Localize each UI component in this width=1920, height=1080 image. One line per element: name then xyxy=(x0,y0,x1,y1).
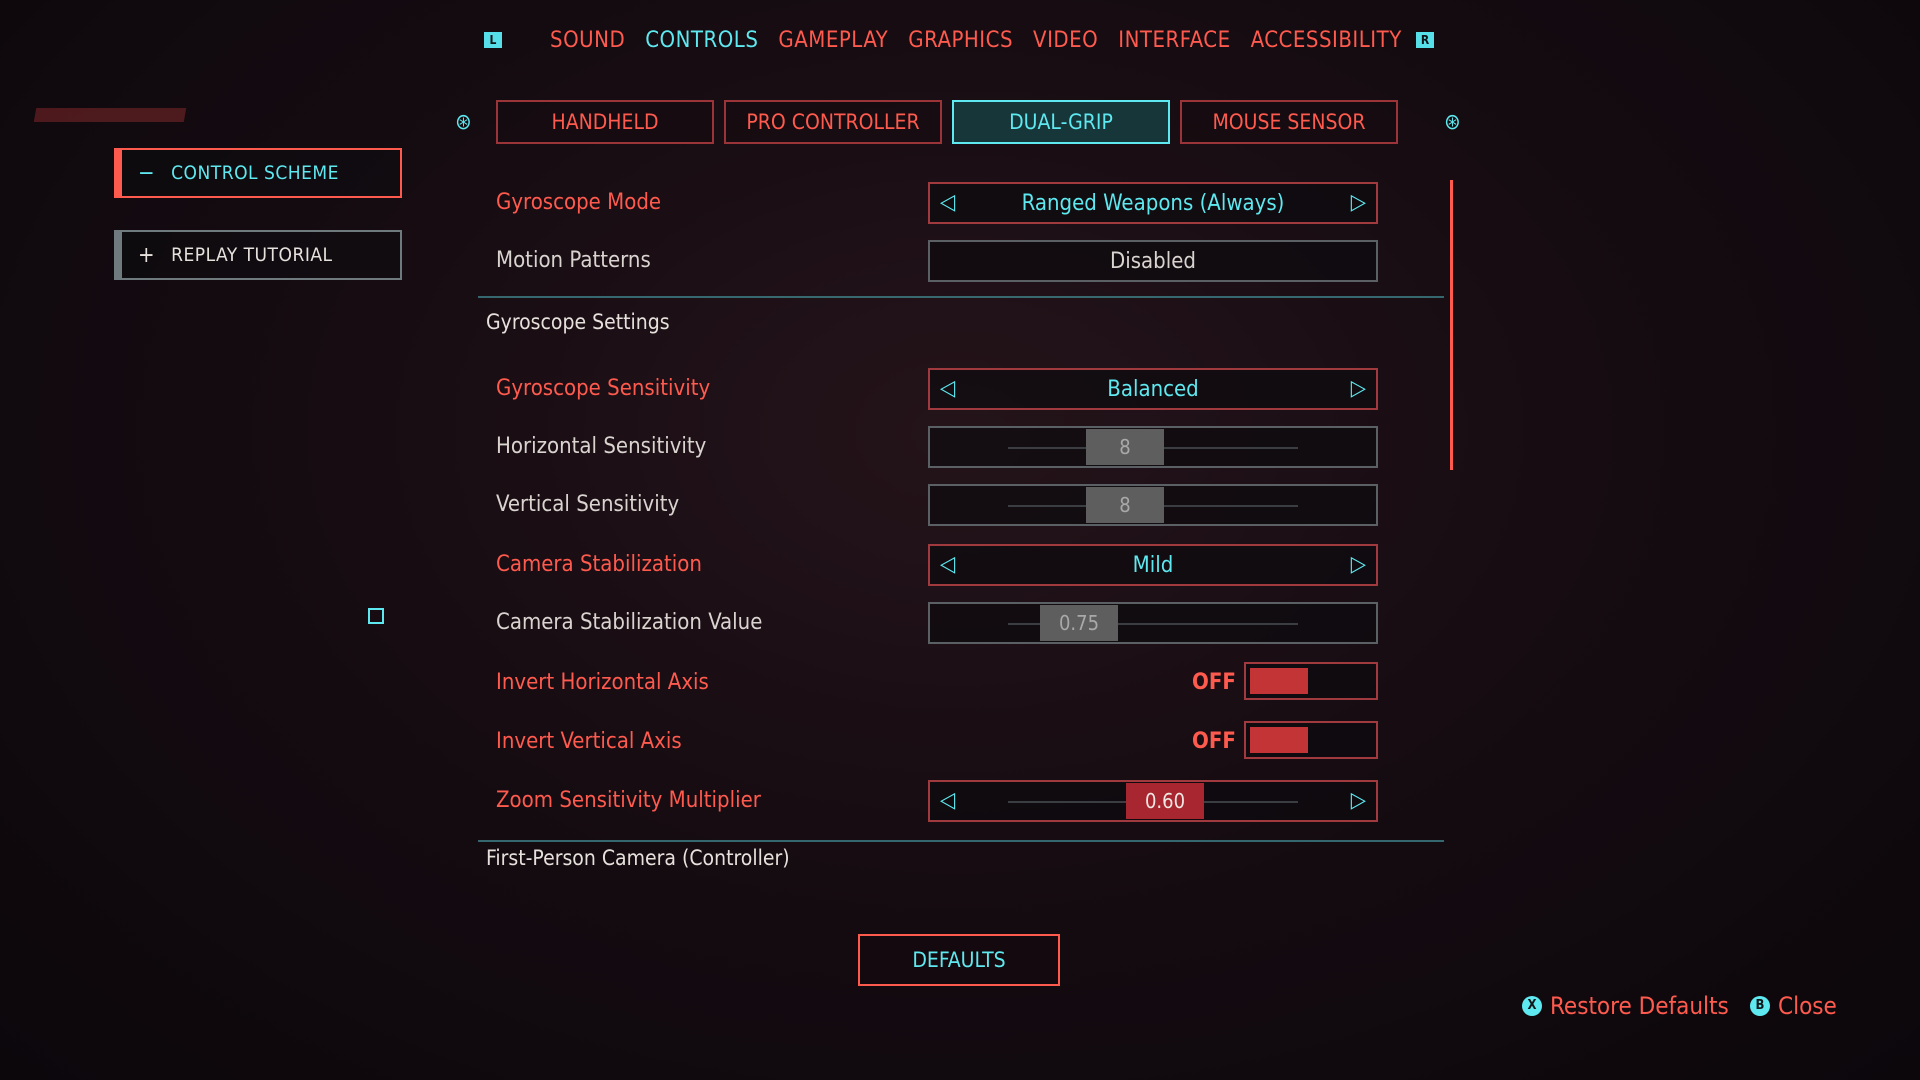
replay-tutorial-label: REPLAY TUTORIAL xyxy=(171,244,333,266)
arrow-left-icon[interactable]: ◁ xyxy=(940,788,955,813)
tab-sound[interactable]: SOUND xyxy=(550,28,625,53)
close-label: Close xyxy=(1778,992,1837,1020)
zoom-sensitivity-slider[interactable]: ◁ 0.60 ▷ xyxy=(928,780,1378,822)
camera-stabilization-selector[interactable]: ◁ Mild ▷ xyxy=(928,544,1378,586)
minus-icon: − xyxy=(138,160,156,186)
close-action[interactable]: B Close xyxy=(1750,992,1837,1020)
horizontal-sensitivity-slider[interactable]: 8 xyxy=(928,426,1378,468)
arrow-right-icon[interactable]: ▷ xyxy=(1351,788,1366,813)
gyroscope-sensitivity-selector[interactable]: ◁ Balanced ▷ xyxy=(928,368,1378,410)
setting-label: Horizontal Sensitivity xyxy=(496,434,707,459)
section-divider xyxy=(478,840,1444,842)
tab-graphics[interactable]: GRAPHICS xyxy=(908,28,1013,53)
square-icon xyxy=(368,608,384,624)
toggle-knob xyxy=(1250,727,1308,753)
subtab-mouse-sensor[interactable]: MOUSE SENSOR xyxy=(1180,100,1398,144)
restore-defaults-action[interactable]: X Restore Defaults xyxy=(1522,992,1729,1020)
selector-value: Mild xyxy=(1132,553,1174,578)
setting-vertical-sensitivity: Vertical Sensitivity 8 xyxy=(478,480,1444,530)
tab-controls[interactable]: CONTROLS xyxy=(645,28,758,53)
setting-label: Vertical Sensitivity xyxy=(496,492,680,517)
setting-label: Zoom Sensitivity Multiplier xyxy=(496,788,761,813)
setting-label: Camera Stabilization Value xyxy=(496,610,763,635)
subtab-pro-controller[interactable]: PRO CONTROLLER xyxy=(724,100,942,144)
setting-camera-stabilization: Camera Stabilization ◁ Mild ▷ xyxy=(478,540,1444,590)
slider-thumb[interactable]: 0.75 xyxy=(1040,605,1118,641)
tab-gameplay[interactable]: GAMEPLAY xyxy=(778,28,888,53)
toggle-state: OFF xyxy=(1192,670,1236,695)
setting-horizontal-sensitivity: Horizontal Sensitivity 8 xyxy=(478,422,1444,472)
slider-thumb[interactable]: 8 xyxy=(1086,487,1164,523)
x-button-icon: X xyxy=(1522,996,1542,1016)
vertical-sensitivity-slider[interactable]: 8 xyxy=(928,484,1378,526)
tab-interface[interactable]: INTERFACE xyxy=(1118,28,1230,53)
section-title-gyroscope: Gyroscope Settings xyxy=(486,310,670,334)
setting-gyroscope-sensitivity: Gyroscope Sensitivity ◁ Balanced ▷ xyxy=(478,364,1444,414)
selector-value: Ranged Weapons (Always) xyxy=(1021,191,1285,216)
plus-icon: + xyxy=(138,242,156,268)
setting-label: Camera Stabilization xyxy=(496,552,702,577)
replay-tutorial-button[interactable]: + REPLAY TUTORIAL xyxy=(114,230,402,280)
gyroscope-mode-selector[interactable]: ◁ Ranged Weapons (Always) ▷ xyxy=(928,182,1378,224)
section-title-camera: First-Person Camera (Controller) xyxy=(486,846,790,870)
b-button-icon: B xyxy=(1750,996,1770,1016)
sub-tabs: HANDHELD PRO CONTROLLER DUAL-GRIP MOUSE … xyxy=(496,100,1398,144)
defaults-button[interactable]: DEFAULTS xyxy=(858,934,1060,986)
tab-video[interactable]: VIDEO xyxy=(1033,28,1098,53)
top-nav: SOUND CONTROLS GAMEPLAY GRAPHICS VIDEO I… xyxy=(550,28,1402,53)
toggle-knob xyxy=(1250,668,1308,694)
arrow-right-icon[interactable]: ▷ xyxy=(1351,376,1366,401)
left-stick-icon[interactable]: ⊛ xyxy=(455,110,472,135)
section-divider xyxy=(478,296,1444,298)
setting-invert-vertical: Invert Vertical Axis OFF xyxy=(478,717,1444,767)
decorative-bar xyxy=(33,108,187,122)
selector-value: Balanced xyxy=(1107,377,1199,402)
setting-motion-patterns: Motion Patterns Disabled xyxy=(478,236,1444,286)
scrollbar[interactable] xyxy=(1450,180,1453,470)
setting-gyroscope-mode: Gyroscope Mode ◁ Ranged Weapons (Always)… xyxy=(478,178,1444,228)
selector-value: Disabled xyxy=(1109,249,1196,274)
camera-stabilization-value-slider[interactable]: 0.75 xyxy=(928,602,1378,644)
setting-label: Gyroscope Mode xyxy=(496,190,662,215)
subtab-handheld[interactable]: HANDHELD xyxy=(496,100,714,144)
setting-label: Motion Patterns xyxy=(496,248,651,273)
setting-invert-horizontal: Invert Horizontal Axis OFF xyxy=(478,658,1444,708)
right-stick-icon[interactable]: ⊛ xyxy=(1444,110,1461,135)
left-bumper-icon[interactable]: L xyxy=(484,32,502,48)
setting-zoom-sensitivity: Zoom Sensitivity Multiplier ◁ 0.60 ▷ xyxy=(478,776,1444,826)
control-scheme-button[interactable]: − CONTROL SCHEME xyxy=(114,148,402,198)
motion-patterns-selector[interactable]: Disabled xyxy=(928,240,1378,282)
setting-label: Invert Vertical Axis xyxy=(496,729,682,754)
tab-accessibility[interactable]: ACCESSIBILITY xyxy=(1251,28,1402,53)
control-scheme-label: CONTROL SCHEME xyxy=(171,162,339,184)
subtab-dual-grip[interactable]: DUAL-GRIP xyxy=(952,100,1170,144)
setting-camera-stabilization-value: Camera Stabilization Value 0.75 xyxy=(478,598,1444,648)
arrow-right-icon[interactable]: ▷ xyxy=(1351,190,1366,215)
setting-label: Gyroscope Sensitivity xyxy=(496,376,711,401)
slider-thumb[interactable]: 0.60 xyxy=(1126,783,1204,819)
setting-label: Invert Horizontal Axis xyxy=(496,670,709,695)
settings-panel: Gyroscope Mode ◁ Ranged Weapons (Always)… xyxy=(478,168,1444,880)
invert-vertical-toggle[interactable] xyxy=(1244,721,1378,759)
arrow-right-icon[interactable]: ▷ xyxy=(1351,552,1366,577)
right-bumper-icon[interactable]: R xyxy=(1416,32,1434,48)
slider-thumb[interactable]: 8 xyxy=(1086,429,1164,465)
toggle-state: OFF xyxy=(1192,729,1236,754)
invert-horizontal-toggle[interactable] xyxy=(1244,662,1378,700)
restore-defaults-label: Restore Defaults xyxy=(1550,992,1729,1020)
